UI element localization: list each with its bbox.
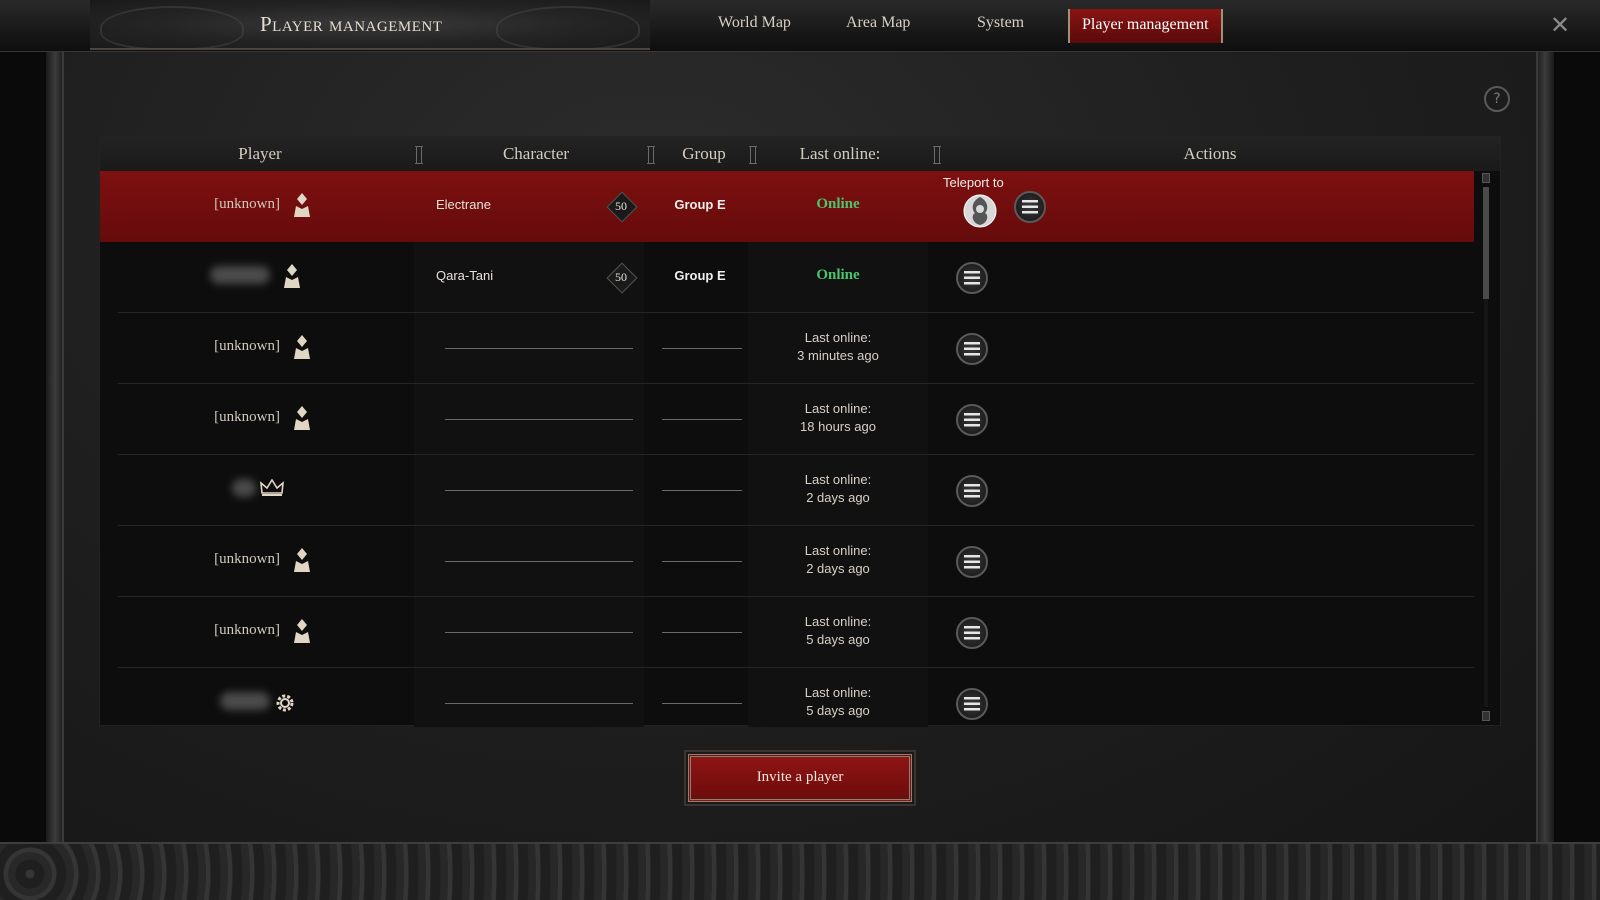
column-resize-handle[interactable] (647, 146, 655, 164)
character-name: Electrane (436, 197, 491, 212)
menu-icon (1022, 200, 1038, 214)
player-name: [unknown] (214, 196, 280, 212)
character-empty (445, 561, 633, 562)
row-menu-button[interactable] (1014, 191, 1046, 223)
group-empty (662, 348, 742, 349)
scroll-down-arrow[interactable] (1482, 711, 1490, 721)
character-name: Qara-Tani (436, 268, 494, 283)
top-bar: Player management World Map Area Map Sys… (0, 0, 1600, 52)
close-icon: ✕ (1549, 11, 1571, 39)
table-row[interactable]: Last online: 5 days ago (100, 668, 1474, 727)
player-table: Player Character Group Last online: Acti… (99, 136, 1501, 727)
person-icon (294, 335, 310, 359)
column-header-character[interactable]: Character (436, 144, 636, 164)
group-name: Group E (674, 197, 726, 212)
table-row[interactable]: Qara-Tani 50 Group E Online (100, 242, 1474, 313)
table-row[interactable]: [unknown] Last online: 3 minutes ago (100, 313, 1474, 384)
row-menu-button[interactable] (956, 262, 988, 294)
character-empty (445, 632, 633, 633)
group-name: Group E (674, 268, 726, 283)
help-button[interactable]: ? (1484, 86, 1510, 112)
person-icon (294, 619, 310, 643)
row-menu-button[interactable] (956, 333, 988, 365)
table-row[interactable]: [unknown] Last online: 5 days ago (100, 597, 1474, 668)
teleport-icon (963, 194, 997, 228)
last-online-status: Last online: 2 days ago (804, 543, 872, 576)
scroll-thumb[interactable] (1483, 187, 1489, 299)
group-empty (662, 490, 742, 491)
player-name: [unknown] (214, 338, 280, 354)
last-online-status: Last online: 5 days ago (804, 614, 872, 647)
crown-icon (260, 479, 284, 496)
person-icon (284, 264, 300, 288)
person-icon (294, 406, 310, 430)
tab-area-map[interactable]: Area Map (846, 14, 910, 32)
table-scrollbar[interactable] (1476, 173, 1496, 723)
character-empty (445, 703, 633, 704)
last-online-status: Last online: 2 days ago (804, 472, 872, 505)
row-menu-button[interactable] (956, 475, 988, 507)
player-name-redacted (210, 266, 270, 284)
right-pillar (1536, 52, 1554, 842)
last-online-status: Last online: 18 hours ago (800, 401, 876, 434)
page-title: Player management (260, 12, 443, 36)
table-row[interactable]: Last online: 2 days ago (100, 455, 1474, 526)
row-menu-button[interactable] (956, 617, 988, 649)
table-row[interactable]: [unknown] Last online: 18 hours ago (100, 384, 1474, 455)
tab-world-map[interactable]: World Map (718, 14, 791, 32)
group-empty (662, 561, 742, 562)
table-row[interactable]: [unknown] Electrane 50 Group E Online Te… (100, 171, 1474, 242)
tab-system[interactable]: System (977, 14, 1024, 32)
table-body: [unknown] Electrane 50 Group E Online Te… (100, 171, 1474, 727)
player-name: [unknown] (214, 622, 280, 638)
character-empty (445, 348, 633, 349)
column-header-group[interactable]: Group (656, 144, 752, 164)
character-empty (445, 490, 633, 491)
column-resize-handle[interactable] (415, 146, 423, 164)
player-name-redacted (220, 692, 270, 710)
player-name-redacted (232, 479, 256, 497)
row-menu-button[interactable] (956, 546, 988, 578)
player-name: [unknown] (214, 551, 280, 567)
menu-icon (964, 271, 980, 285)
column-header-last-online[interactable]: Last online: (760, 144, 920, 164)
person-icon (294, 548, 310, 572)
help-icon: ? (1493, 91, 1501, 107)
status-online: Online (816, 196, 860, 212)
bottom-ornament (0, 842, 1600, 900)
last-online-status: Last online: 5 days ago (804, 685, 872, 718)
column-resize-handle[interactable] (749, 146, 757, 164)
table-row[interactable]: [unknown] Last online: 2 days ago (100, 526, 1474, 597)
group-empty (662, 632, 742, 633)
column-header-actions: Actions (1183, 144, 1237, 163)
column-resize-handle[interactable] (933, 146, 941, 164)
table-header: Player Character Group Last online: Acti… (100, 137, 1500, 171)
row-menu-button[interactable] (956, 404, 988, 436)
menu-icon (964, 484, 980, 498)
person-icon (294, 193, 310, 217)
close-button[interactable]: ✕ (1544, 10, 1576, 42)
tab-player-management[interactable]: Player management (1068, 9, 1223, 43)
player-name: [unknown] (214, 409, 280, 425)
menu-icon (964, 413, 980, 427)
character-empty (445, 419, 633, 420)
menu-icon (964, 697, 980, 711)
row-menu-button[interactable] (956, 688, 988, 720)
level-badge: 50 (608, 264, 634, 290)
status-online: Online (816, 267, 860, 283)
group-empty (662, 703, 742, 704)
teleport-button[interactable] (962, 193, 998, 229)
menu-icon (964, 555, 980, 569)
last-online-status: Last online: 3 minutes ago (797, 330, 879, 363)
menu-icon (964, 342, 980, 356)
level-badge: 50 (608, 193, 634, 219)
group-empty (662, 419, 742, 420)
teleport-tooltip: Teleport to (943, 175, 1004, 190)
column-header-player[interactable]: Player (160, 144, 360, 164)
menu-icon (964, 626, 980, 640)
invite-player-button[interactable]: Invite a player (688, 754, 912, 802)
gear-icon (276, 694, 294, 712)
scroll-up-arrow[interactable] (1482, 173, 1490, 183)
